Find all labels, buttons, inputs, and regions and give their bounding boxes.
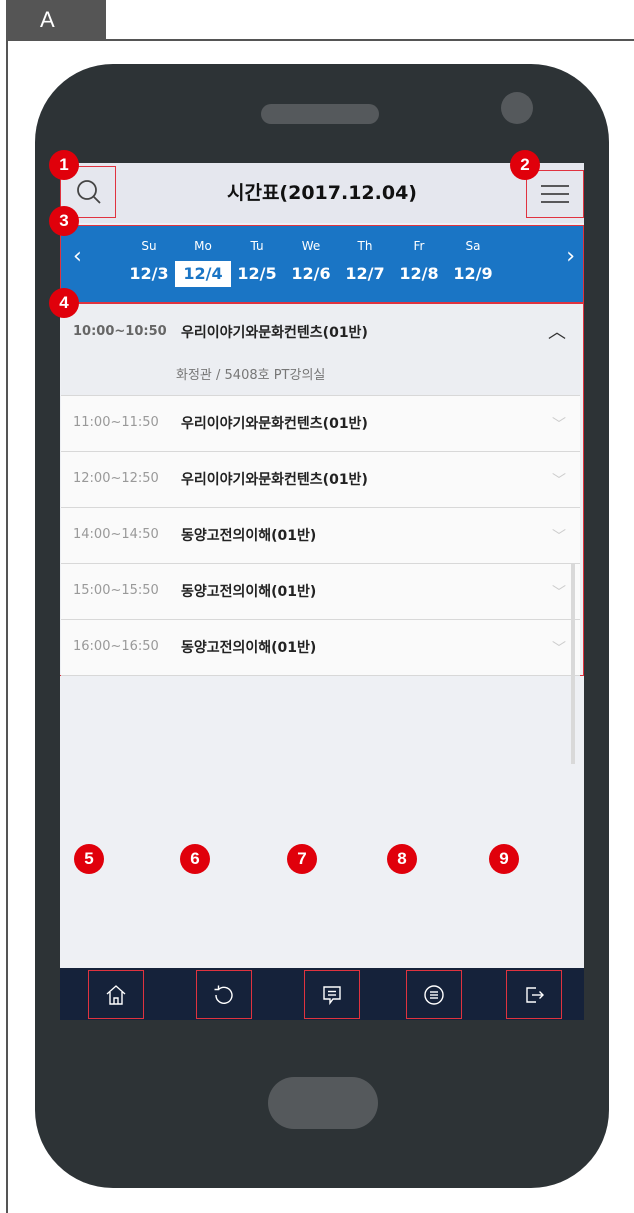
annotation-marker-5: 5 (74, 844, 104, 874)
class-time: 11:00~11:50 (73, 415, 159, 430)
prev-week-button[interactable]: ‹ (73, 244, 82, 269)
annotation-marker-7: 7 (287, 844, 317, 874)
annotation-marker-2: 2 (510, 150, 540, 180)
bottom-nav (60, 968, 584, 1020)
day-tab-mo[interactable]: Mo 12/4 (175, 226, 231, 287)
class-item[interactable]: 14:00~14:50 동양고전의이해(01반) ﹀ (61, 508, 580, 564)
chevron-up-icon[interactable]: ︿ (548, 318, 566, 344)
annotation-marker-9: 9 (489, 844, 519, 874)
class-time: 16:00~16:50 (73, 639, 159, 654)
annotation-marker-4: 4 (49, 288, 79, 318)
speaker (261, 104, 379, 124)
class-name: 동양고전의이해(01반) (181, 584, 317, 600)
class-name: 동양고전의이해(01반) (181, 528, 317, 544)
class-list: 10:00~10:50 우리이야기와문화컨텐츠(01반) 화정관 / 5408호 P… (60, 303, 584, 764)
class-time: 14:00~14:50 (73, 527, 159, 542)
phone-home-button[interactable] (268, 1077, 378, 1129)
day-tab-th[interactable]: Th 12/7 (337, 226, 393, 287)
nav-list-button[interactable] (406, 970, 462, 1019)
scrollbar[interactable] (571, 564, 575, 764)
home-icon (106, 984, 126, 1005)
class-location: 화정관 / 5408호 PT강의실 (176, 368, 326, 383)
class-name: 동양고전의이해(01반) (181, 640, 317, 656)
day-tab-we[interactable]: We 12/6 (283, 226, 339, 287)
class-time: 12:00~12:50 (73, 471, 159, 486)
day-date: 12/9 (453, 264, 493, 283)
annotation-marker-8: 8 (387, 844, 417, 874)
class-name: 우리이야기와문화컨텐츠(01반) (181, 416, 368, 432)
frame-left-border (6, 40, 8, 1213)
nav-home-button[interactable] (88, 970, 144, 1019)
day-name: Sa (465, 239, 481, 253)
menu-button[interactable] (526, 170, 584, 218)
day-date: 12/7 (345, 264, 385, 283)
class-item[interactable]: 11:00~11:50 우리이야기와문화컨텐츠(01반) ﹀ (61, 396, 580, 452)
day-date: 12/8 (399, 264, 439, 283)
nav-logout-button[interactable] (506, 970, 562, 1019)
chevron-down-icon[interactable]: ﹀ (552, 582, 566, 602)
day-name: Th (357, 239, 373, 253)
day-tab-sa[interactable]: Sa 12/9 (445, 226, 501, 287)
next-week-button[interactable]: › (566, 244, 575, 269)
app-header: 시간표(2017.12.04) (60, 163, 584, 223)
annotation-marker-6: 6 (180, 844, 210, 874)
day-date: 12/5 (237, 264, 277, 283)
class-name: 우리이야기와문화컨텐츠(01반) (181, 472, 368, 488)
day-tab-su[interactable]: Su 12/3 (121, 226, 177, 287)
day-date: 12/6 (291, 264, 331, 283)
camera (501, 92, 533, 124)
chevron-down-icon[interactable]: ﹀ (552, 470, 566, 490)
chevron-down-icon[interactable]: ﹀ (552, 414, 566, 434)
refresh-icon (214, 985, 233, 1004)
page-title: 시간표(2017.12.04) (226, 182, 417, 204)
day-date: 12/3 (129, 264, 169, 283)
day-tab-fr[interactable]: Fr 12/8 (391, 226, 447, 287)
day-name: Fr (413, 239, 425, 253)
class-item[interactable]: 12:00~12:50 우리이야기와문화컨텐츠(01반) ﹀ (61, 452, 580, 508)
annotation-marker-3: 3 (49, 206, 79, 236)
day-name: Mo (194, 239, 212, 253)
day-name: Su (141, 239, 157, 253)
hamburger-icon (541, 185, 569, 203)
message-icon (323, 985, 341, 1005)
class-item[interactable]: 10:00~10:50 우리이야기와문화컨텐츠(01반) 화정관 / 5408호 P… (61, 304, 580, 396)
class-item[interactable]: 16:00~16:50 동양고전의이해(01반) ﹀ (61, 620, 580, 676)
day-name: We (301, 239, 321, 253)
day-date: 12/4 (175, 261, 231, 287)
class-item[interactable]: 15:00~15:50 동양고전의이해(01반) ﹀ (61, 564, 580, 620)
class-name: 우리이야기와문화컨텐츠(01반) (181, 325, 368, 341)
annotation-marker-1: 1 (49, 150, 79, 180)
day-name: Tu (250, 239, 264, 253)
app-screen: 시간표(2017.12.04) ‹ Su 12/3 Mo 12/4 Tu 12/5 We 12… (60, 163, 584, 1020)
nav-message-button[interactable] (304, 970, 360, 1019)
day-tab-tu[interactable]: Tu 12/5 (229, 226, 285, 287)
nav-refresh-button[interactable] (196, 970, 252, 1019)
class-time: 10:00~10:50 (73, 324, 167, 339)
chevron-down-icon[interactable]: ﹀ (552, 638, 566, 658)
logout-icon (526, 986, 544, 1003)
class-time: 15:00~15:50 (73, 583, 159, 598)
week-date-bar: ‹ Su 12/3 Mo 12/4 Tu 12/5 We 12/6 Th 12/7 Fr 12/8 Sa… (60, 225, 584, 303)
chevron-down-icon[interactable]: ﹀ (552, 526, 566, 546)
list-icon (424, 984, 444, 1005)
figure-tab: A (6, 0, 106, 40)
